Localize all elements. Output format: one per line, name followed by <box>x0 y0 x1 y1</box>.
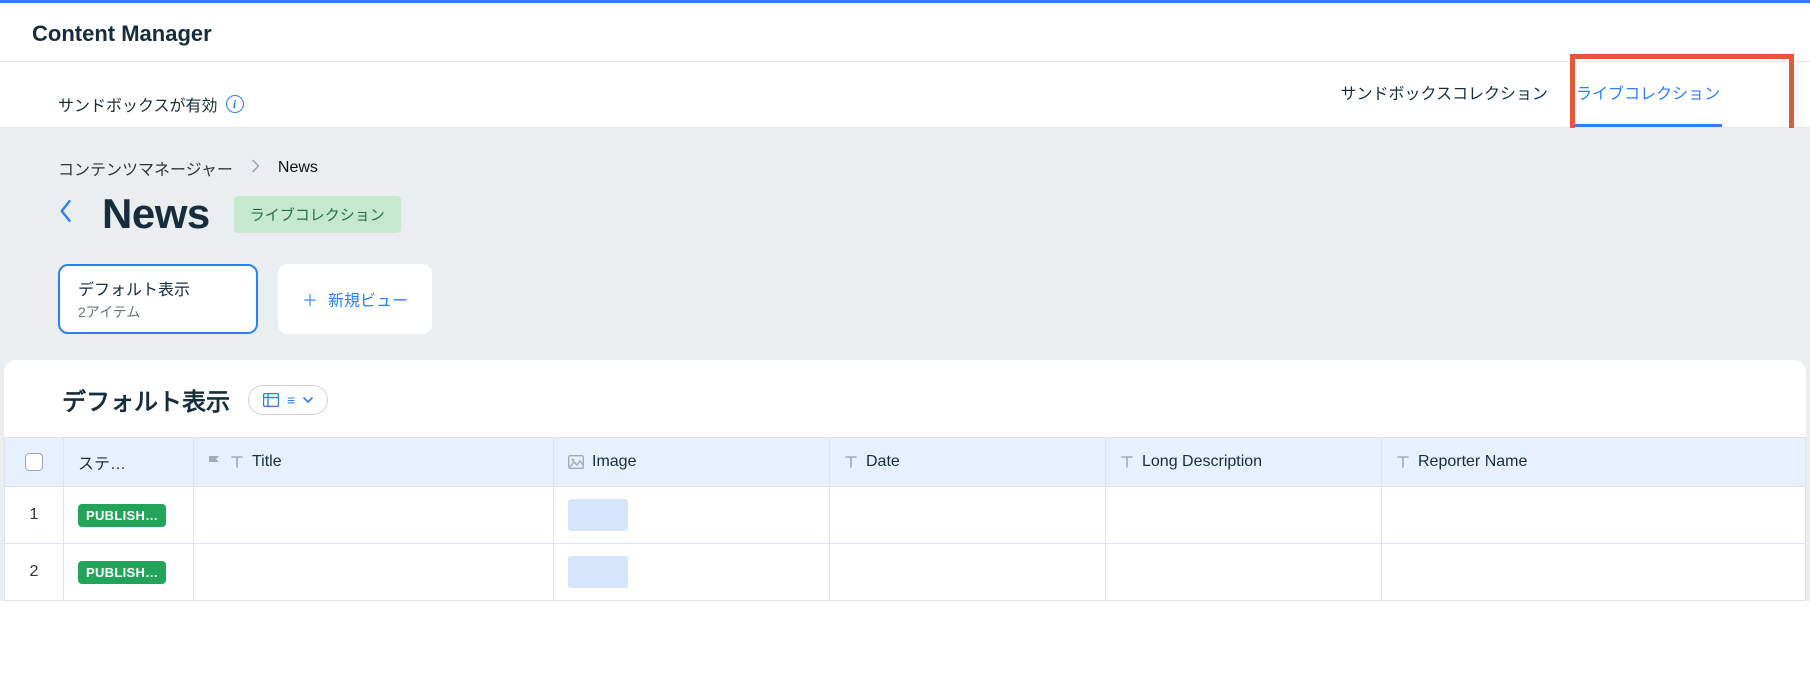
table-title: デフォルト表示 <box>62 382 230 417</box>
page-title: News <box>102 190 210 238</box>
view-card-title: デフォルト表示 <box>78 276 238 300</box>
select-all-checkbox[interactable] <box>25 453 43 471</box>
col-header-title[interactable]: Title <box>194 438 554 487</box>
text-type-icon <box>1120 455 1134 469</box>
status-badge: PUBLISH… <box>78 504 166 527</box>
back-button[interactable] <box>60 200 76 228</box>
row-index-cell[interactable]: 2 <box>4 544 64 601</box>
row-reporter-cell[interactable] <box>1382 487 1806 544</box>
row-index: 2 <box>30 563 39 581</box>
table-layout-icon <box>263 393 279 407</box>
tab-sandbox-collection[interactable]: サンドボックスコレクション <box>1338 80 1550 127</box>
tab-live-collection[interactable]: ライブコレクション <box>1574 80 1722 127</box>
row-date-cell[interactable] <box>830 544 1106 601</box>
col-header-date[interactable]: Date <box>830 438 1106 487</box>
layout-dropdown-glyph: ≡ <box>287 392 295 408</box>
text-type-icon <box>844 455 858 469</box>
col-label-reporter-name: Reporter Name <box>1418 453 1527 471</box>
live-collection-badge: ライブコレクション <box>234 196 401 233</box>
image-thumbnail <box>568 499 628 531</box>
chevron-right-icon <box>251 159 260 178</box>
sandbox-notice: サンドボックスが有効 i <box>58 92 244 116</box>
table-card: デフォルト表示 ≡ ステ… <box>4 360 1806 601</box>
collection-tabs: サンドボックスコレクション ライブコレクション <box>1338 80 1752 127</box>
breadcrumb-root[interactable]: コンテンツマネージャー <box>58 156 233 180</box>
page-title-row: News ライブコレクション <box>0 190 1810 264</box>
data-grid: ステ… Title Image Da <box>4 437 1806 601</box>
col-header-image[interactable]: Image <box>554 438 830 487</box>
row-image-cell[interactable] <box>554 544 830 601</box>
info-icon[interactable]: i <box>226 95 244 113</box>
plus-icon: ＋ <box>302 287 318 311</box>
image-thumbnail <box>568 556 628 588</box>
text-type-icon <box>1396 455 1410 469</box>
image-type-icon <box>568 455 584 469</box>
new-view-button[interactable]: ＋ 新規ビュー <box>278 264 432 334</box>
sandbox-notice-text: サンドボックスが有効 <box>58 92 218 116</box>
row-date-cell[interactable] <box>830 487 1106 544</box>
chevron-down-icon <box>303 393 313 407</box>
row-title-cell[interactable] <box>194 487 554 544</box>
flag-icon <box>208 455 220 469</box>
views-row: デフォルト表示 2アイテム ＋ 新規ビュー <box>0 264 1810 360</box>
app-header: Content Manager <box>0 3 1810 62</box>
col-header-long-description[interactable]: Long Description <box>1106 438 1382 487</box>
row-longdesc-cell[interactable] <box>1106 544 1382 601</box>
row-longdesc-cell[interactable] <box>1106 487 1382 544</box>
col-header-checkbox[interactable] <box>4 438 64 487</box>
row-index-cell[interactable]: 1 <box>4 487 64 544</box>
col-header-reporter-name[interactable]: Reporter Name <box>1382 438 1806 487</box>
view-card-subtitle: 2アイテム <box>78 302 238 322</box>
col-label-long-description: Long Description <box>1142 453 1262 471</box>
col-label-image: Image <box>592 453 636 471</box>
row-image-cell[interactable] <box>554 487 830 544</box>
row-status-cell[interactable]: PUBLISH… <box>64 544 194 601</box>
breadcrumb-current: News <box>278 159 318 177</box>
row-title-cell[interactable] <box>194 544 554 601</box>
content-area: コンテンツマネージャー News News ライブコレクション デフォルト表示 … <box>0 128 1810 601</box>
col-label-date: Date <box>866 453 900 471</box>
row-index: 1 <box>30 506 39 524</box>
new-view-label: 新規ビュー <box>328 287 408 311</box>
text-type-icon <box>230 455 244 469</box>
table-toolbar: デフォルト表示 ≡ <box>4 360 1806 437</box>
layout-dropdown[interactable]: ≡ <box>248 385 328 415</box>
view-card-default[interactable]: デフォルト表示 2アイテム <box>58 264 258 334</box>
col-label-title: Title <box>252 453 282 471</box>
status-badge: PUBLISH… <box>78 561 166 584</box>
row-reporter-cell[interactable] <box>1382 544 1806 601</box>
col-header-status[interactable]: ステ… <box>64 438 194 487</box>
breadcrumb: コンテンツマネージャー News <box>0 156 1810 190</box>
col-label-status: ステ… <box>78 450 126 474</box>
row-status-cell[interactable]: PUBLISH… <box>64 487 194 544</box>
sub-bar: サンドボックスが有効 i サンドボックスコレクション ライブコレクション <box>0 62 1810 128</box>
app-title: Content Manager <box>32 21 1778 47</box>
